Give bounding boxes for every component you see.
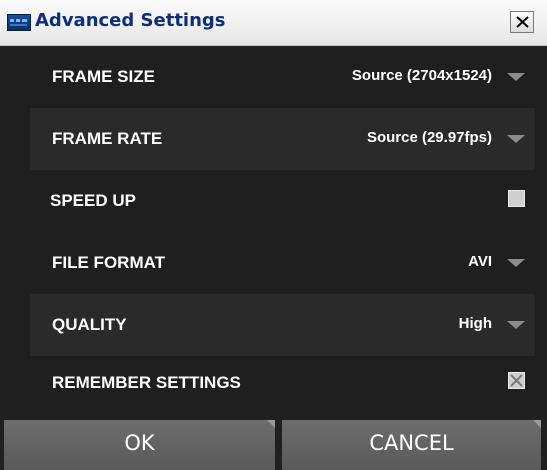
setting-row-speed-up: SPEED UP: [30, 170, 535, 232]
remember-settings-label: REMEMBER SETTINGS: [52, 373, 241, 392]
ok-button[interactable]: OK: [4, 420, 275, 470]
setting-row-remember-settings: REMEMBER SETTINGS: [30, 352, 535, 414]
title-bar: Advanced Settings: [0, 0, 547, 46]
setting-row-quality[interactable]: QUALITY High: [30, 294, 535, 356]
close-icon: [516, 16, 529, 28]
chevron-down-icon[interactable]: [507, 259, 525, 267]
setting-row-file-format[interactable]: FILE FORMAT AVI: [30, 232, 535, 294]
check-x-icon: [510, 374, 523, 387]
chevron-down-icon[interactable]: [507, 73, 525, 81]
setting-row-frame-size[interactable]: FRAME SIZE Source (2704x1524): [30, 46, 535, 108]
dialog-title: Advanced Settings: [35, 10, 226, 31]
advanced-settings-dialog: Advanced Settings FRAME SIZE Source (270…: [0, 0, 547, 470]
setting-row-frame-rate[interactable]: FRAME RATE Source (29.97fps): [30, 108, 535, 170]
quality-value[interactable]: High: [459, 315, 492, 332]
chevron-down-icon[interactable]: [507, 321, 525, 329]
speed-up-label: SPEED UP: [50, 191, 136, 210]
cancel-button[interactable]: CANCEL: [282, 420, 541, 470]
chevron-down-icon[interactable]: [507, 135, 525, 143]
quality-label: QUALITY: [52, 315, 127, 334]
file-format-value[interactable]: AVI: [468, 253, 492, 270]
speed-up-checkbox[interactable]: [508, 190, 525, 207]
remember-settings-checkbox[interactable]: [508, 372, 525, 389]
file-format-label: FILE FORMAT: [52, 253, 165, 272]
frame-rate-value[interactable]: Source (29.97fps): [367, 129, 492, 146]
frame-rate-label: FRAME RATE: [52, 129, 163, 148]
app-window-icon: [7, 14, 31, 31]
close-button[interactable]: [510, 11, 534, 33]
frame-size-label: FRAME SIZE: [52, 67, 155, 86]
frame-size-value[interactable]: Source (2704x1524): [352, 67, 492, 84]
